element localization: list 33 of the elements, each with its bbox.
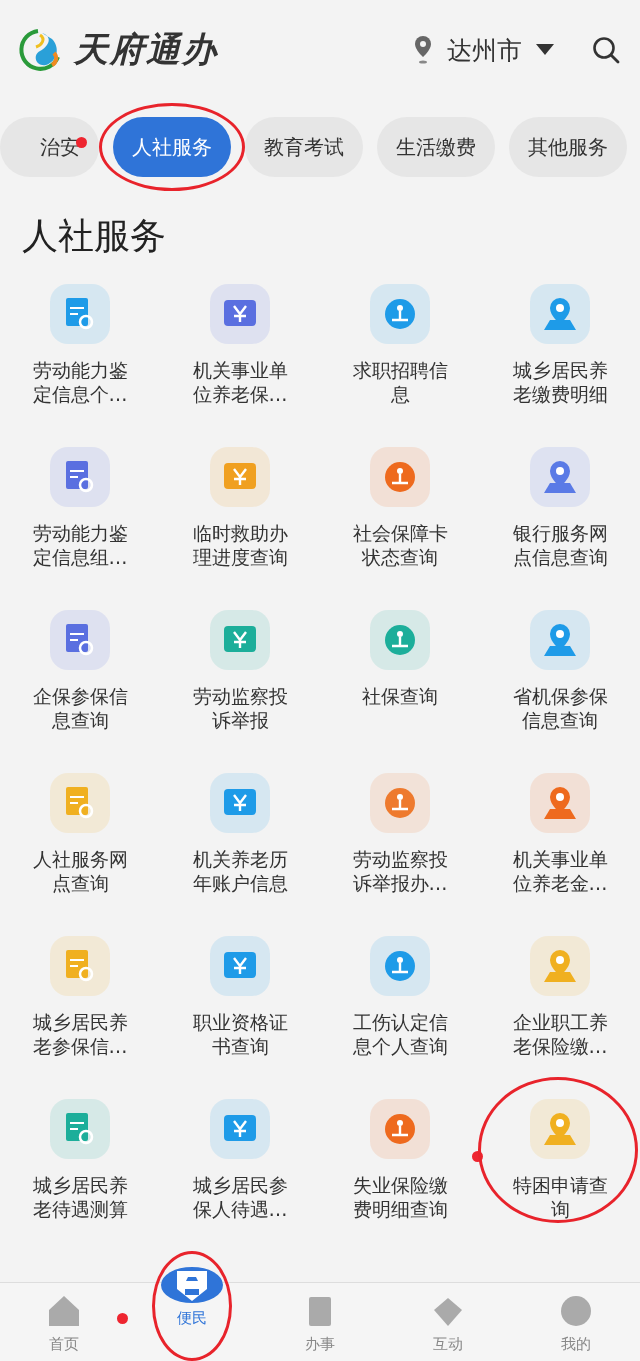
service-label[interactable]: 企保参保信息查询 [28,684,132,732]
service-label[interactable]: 城乡居民养老参保信… [28,1010,132,1058]
service-label[interactable]: 人社服务网点查询 [28,847,132,895]
service-label[interactable]: 银行服务网点信息查询 [508,521,612,569]
category-tab[interactable]: 治安 [0,117,99,177]
service-label[interactable]: 劳动监察投诉举报办… [348,847,452,895]
service-label[interactable]: 机关事业单位养老金… [508,847,612,895]
service-label[interactable]: 城乡居民参保人待遇… [188,1173,292,1221]
nav-label[interactable]: 便民 [177,1309,207,1327]
category-tab[interactable]: 其他服务 [509,117,627,177]
service-label[interactable]: 求职招聘信息 [348,358,452,406]
service-label[interactable]: 劳动能力鉴定信息组… [28,521,132,569]
service-label[interactable]: 城乡居民养老待遇测算 [28,1173,132,1221]
service-label[interactable]: 社会保障卡状态查询 [348,521,452,569]
category-tab[interactable]: 人社服务 [113,117,231,177]
service-label[interactable]: 失业保险缴费明细查询 [348,1173,452,1221]
service-label[interactable]: 省机保参保信息查询 [508,684,612,732]
service-label[interactable]: 特困申请查询 [508,1173,612,1221]
service-label[interactable]: 机关养老历年账户信息 [188,847,292,895]
service-label[interactable]: 劳动监察投诉举报 [188,684,292,732]
app-logo-text: 天府通办 [74,28,218,71]
city-selector[interactable]: 达州市 [447,33,522,67]
service-label[interactable]: 职业资格证书查询 [188,1010,292,1058]
service-label[interactable]: 工伤认定信息个人查询 [348,1010,452,1058]
service-label[interactable]: 城乡居民养老缴费明细 [508,358,612,406]
service-label[interactable]: 企业职工养老保险缴… [508,1010,612,1058]
service-label[interactable]: 机关事业单位养老保… [188,358,292,406]
category-tab[interactable]: 教育考试 [245,117,363,177]
category-tab[interactable]: 生活缴费 [377,117,495,177]
service-label[interactable]: 临时救助办理进度查询 [188,521,292,569]
section-title: 人社服务 [22,215,166,256]
service-label[interactable]: 劳动能力鉴定信息个… [28,358,132,406]
service-label[interactable]: 社保查询 [348,684,452,708]
